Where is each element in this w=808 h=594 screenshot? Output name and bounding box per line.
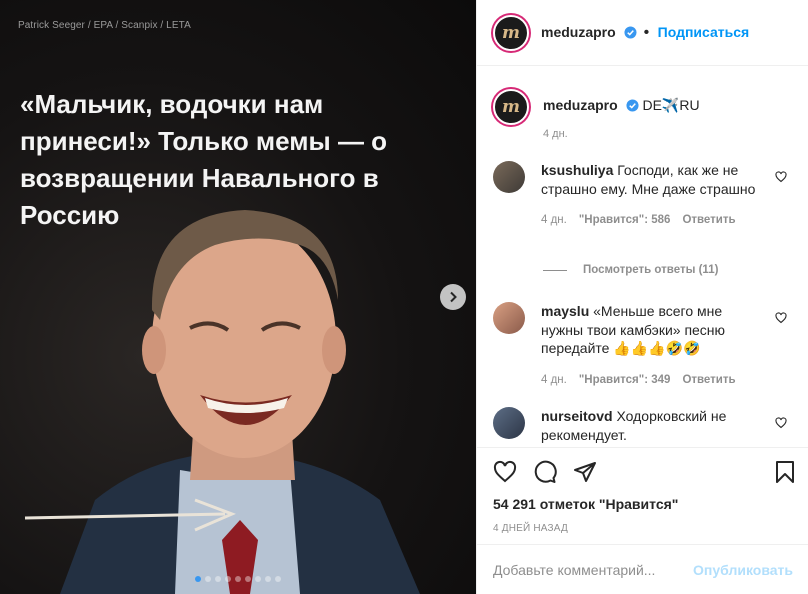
post-sidebar: m meduzapro • Подписаться m meduzapro DE… [476, 0, 808, 594]
commenter-avatar[interactable] [493, 302, 525, 334]
comment-item: ksushuliya Господи, как же не страшно ем… [493, 161, 793, 230]
verified-badge-icon [626, 99, 639, 112]
carousel-dot [215, 576, 221, 582]
post-header: m meduzapro • Подписаться [477, 0, 808, 66]
post-caption: m meduzapro DE✈️RU 4 дн. [493, 89, 700, 140]
comment-username[interactable]: mayslu [541, 303, 589, 319]
commenter-avatar[interactable] [493, 161, 525, 193]
comment-likes[interactable]: "Нравится": 586 [579, 211, 671, 230]
username-link[interactable]: meduzapro [541, 24, 616, 40]
heart-icon[interactable] [775, 312, 787, 324]
avatar[interactable]: m [493, 14, 529, 51]
post-media[interactable]: Patrick Seeger / EPA / Scanpix / LETA «М… [0, 0, 476, 594]
view-replies-button[interactable]: Посмотреть ответы (11) [543, 264, 718, 276]
comment-item: mayslu «Меньше всего мне нужны твои камб… [493, 302, 793, 389]
caption-username[interactable]: meduzapro [543, 97, 618, 113]
heart-icon[interactable] [493, 460, 517, 484]
commenter-avatar[interactable] [493, 407, 525, 439]
carousel-dot [265, 576, 271, 582]
likes-count[interactable]: 54 291 отметок "Нравится" [477, 496, 808, 512]
carousel-dot [235, 576, 241, 582]
comment-username[interactable]: ksushuliya [541, 162, 613, 178]
avatar-logo: m [502, 22, 520, 43]
reply-button[interactable]: Ответить [682, 371, 735, 390]
add-comment-bar: Опубликовать [477, 544, 808, 594]
separator: • [643, 23, 650, 41]
carousel-dot [195, 576, 201, 582]
caption-text: DE✈️RU [642, 97, 700, 113]
heart-icon[interactable] [775, 417, 787, 429]
comment-username[interactable]: nurseitovd [541, 408, 613, 424]
divider [543, 269, 567, 271]
heart-icon[interactable] [775, 171, 787, 183]
comment-time[interactable]: 4 дн. [541, 371, 567, 390]
follow-button[interactable]: Подписаться [658, 24, 750, 40]
reply-button[interactable]: Ответить [682, 211, 735, 230]
post-timestamp[interactable]: 4 ДНЕЙ НАЗАД [477, 523, 808, 534]
avatar[interactable]: m [493, 89, 529, 125]
carousel-dot [245, 576, 251, 582]
comment-item: nurseitovd Ходорковский не рекомендует. [493, 407, 793, 444]
publish-button[interactable]: Опубликовать [693, 562, 793, 578]
avatar-logo: m [502, 97, 520, 117]
comment-input[interactable] [493, 561, 694, 578]
bookmark-icon[interactable] [773, 460, 797, 484]
comment-time[interactable]: 4 дн. [541, 211, 567, 230]
caption-time[interactable]: 4 дн. [543, 128, 700, 140]
post-headline: «Мальчик, водочки нам принеси!» Только м… [20, 89, 388, 230]
carousel-dot [255, 576, 261, 582]
verified-badge-icon [624, 25, 637, 39]
comment-icon[interactable] [533, 460, 557, 484]
carousel-dot [225, 576, 231, 582]
view-replies-label: Посмотреть ответы (11) [583, 264, 719, 276]
comments-list[interactable]: m meduzapro DE✈️RU 4 дн. ksushuliya Госп… [477, 67, 808, 447]
share-icon[interactable] [573, 460, 597, 484]
carousel-indicators [0, 576, 476, 582]
post-actions: 54 291 отметок "Нравится" 4 ДНЕЙ НАЗАД [477, 447, 808, 534]
carousel-dot [275, 576, 281, 582]
comment-likes[interactable]: "Нравится": 349 [579, 371, 671, 390]
carousel-next-button[interactable] [440, 284, 466, 310]
chevron-right-icon [450, 291, 457, 303]
photo-credit: Patrick Seeger / EPA / Scanpix / LETA [18, 20, 191, 31]
carousel-dot [205, 576, 211, 582]
